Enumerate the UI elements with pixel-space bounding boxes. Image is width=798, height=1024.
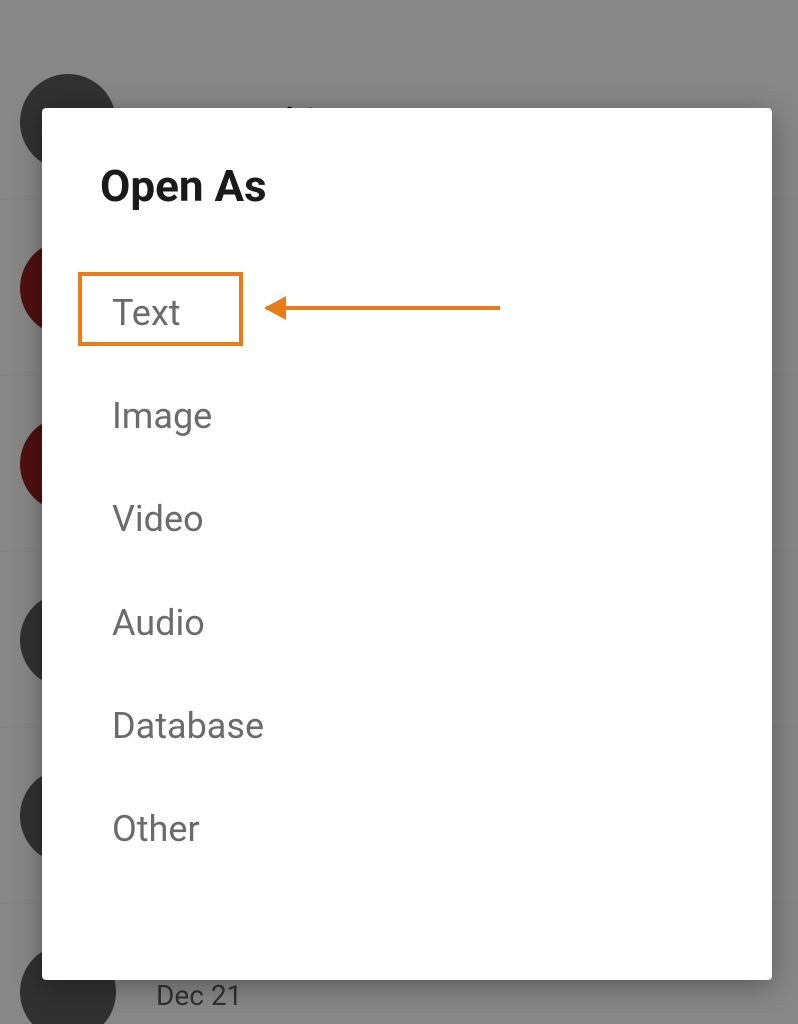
open-as-option-image[interactable]: Image [100,365,714,468]
open-as-option-other[interactable]: Other [100,778,714,881]
open-as-option-audio[interactable]: Audio [100,572,714,675]
open-as-option-text[interactable]: Text [100,262,714,365]
open-as-options-list: Text Image Video Audio Database Other [100,262,714,881]
open-as-option-database[interactable]: Database [100,675,714,778]
dialog-title: Open As [100,160,714,212]
open-as-option-video[interactable]: Video [100,468,714,571]
open-as-dialog: Open As Text Image Video Audio Database … [42,108,772,980]
